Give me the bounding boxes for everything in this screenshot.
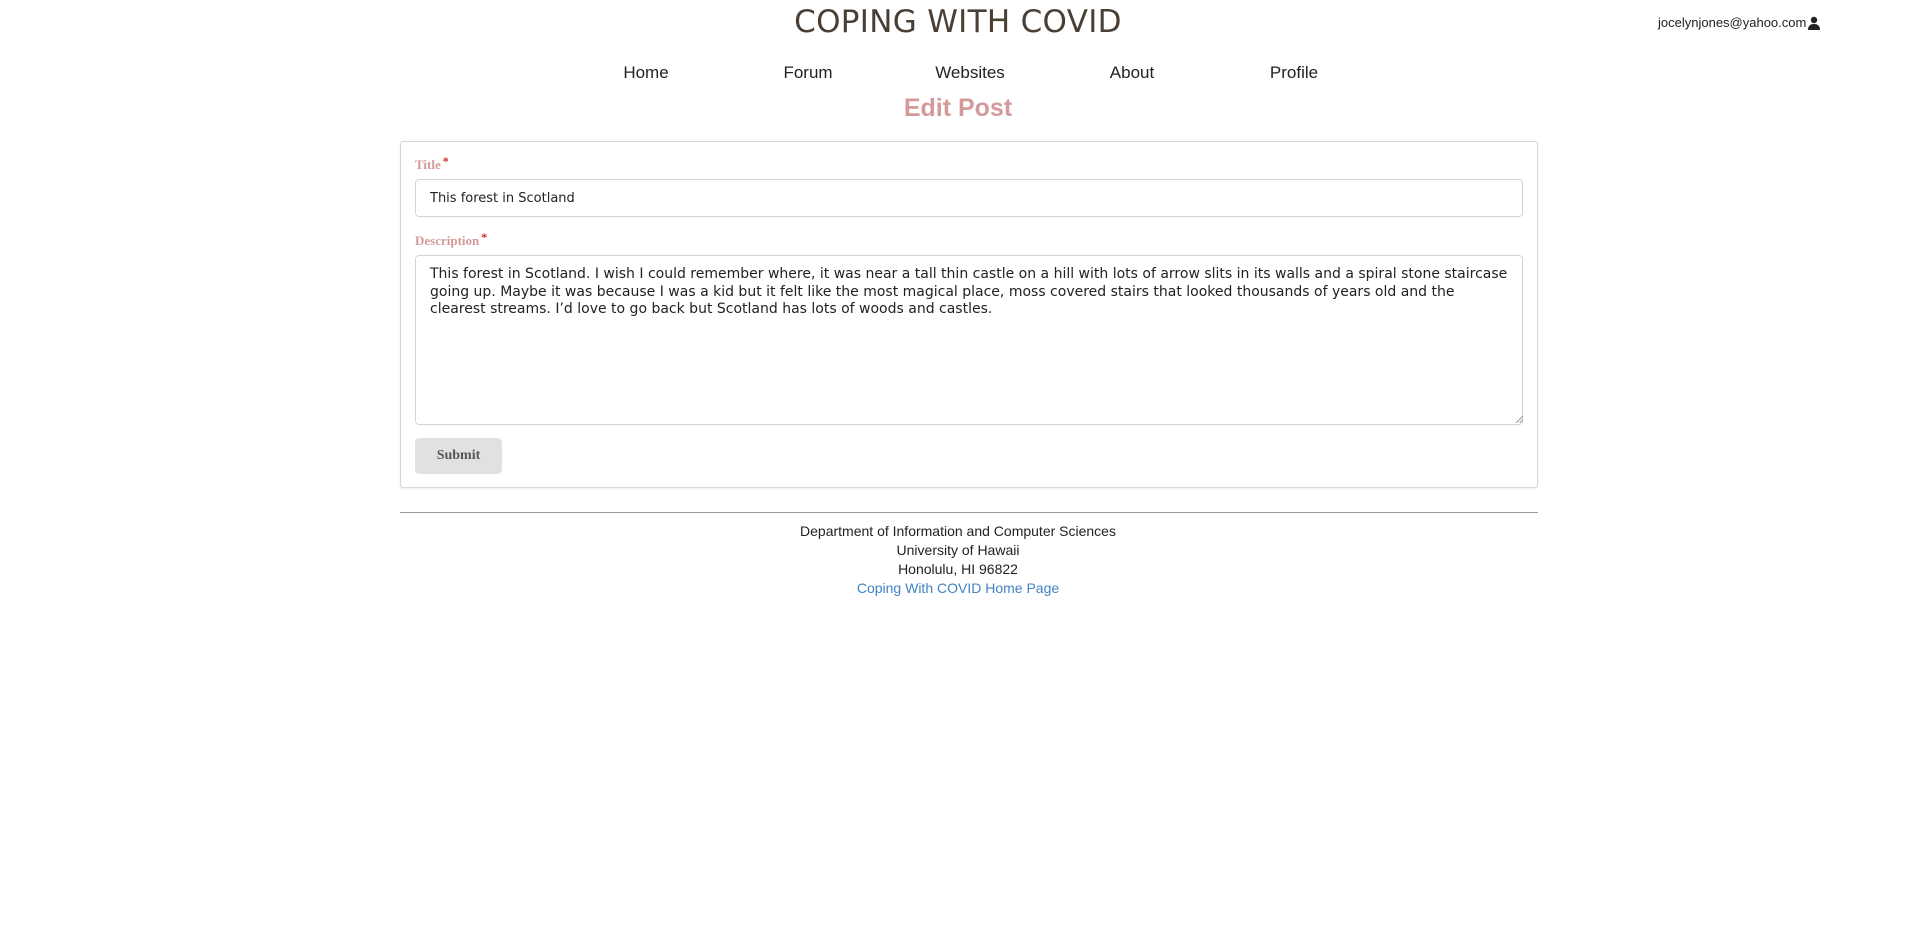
title-label-text: Title — [415, 157, 441, 172]
page-heading: Edit Post — [903, 94, 1013, 122]
nav-profile[interactable]: Profile — [1270, 63, 1318, 83]
required-marker: * — [481, 230, 488, 244]
user-menu[interactable]: jocelynjones@yahoo.com — [1658, 15, 1821, 30]
main-nav: Home Forum Websites About Profile — [0, 63, 1916, 87]
nav-home[interactable]: Home — [623, 63, 668, 83]
resize-grip-icon[interactable] — [1515, 415, 1523, 423]
site-title: COPING WITH COVID — [794, 4, 1122, 40]
footer-department: Department of Information and Computer S… — [800, 523, 1116, 539]
required-marker: * — [442, 154, 449, 168]
description-label: Description * — [415, 230, 488, 249]
description-label-text: Description — [415, 233, 480, 248]
user-icon[interactable] — [1807, 16, 1821, 30]
user-email[interactable]: jocelynjones@yahoo.com — [1658, 15, 1806, 30]
nav-websites[interactable]: Websites — [935, 63, 1005, 83]
footer-university: University of Hawaii — [896, 542, 1020, 558]
submit-button[interactable]: Submit — [415, 438, 502, 474]
footer-address: Honolulu, HI 96822 — [898, 561, 1018, 577]
footer-home-link[interactable]: Coping With COVID Home Page — [857, 580, 1059, 596]
description-textarea[interactable]: This forest in Scotland. I wish I could … — [415, 255, 1523, 425]
title-label: Title * — [415, 154, 449, 173]
title-input[interactable] — [415, 179, 1523, 217]
nav-about[interactable]: About — [1110, 63, 1154, 83]
footer: Department of Information and Computer S… — [0, 522, 1916, 598]
edit-post-form: Title* Description* This forest in Scotl… — [400, 141, 1538, 488]
footer-divider — [400, 512, 1538, 513]
nav-forum[interactable]: Forum — [783, 63, 832, 83]
page: COPING WITH COVID jocelynjones@yahoo.com… — [0, 0, 1916, 935]
